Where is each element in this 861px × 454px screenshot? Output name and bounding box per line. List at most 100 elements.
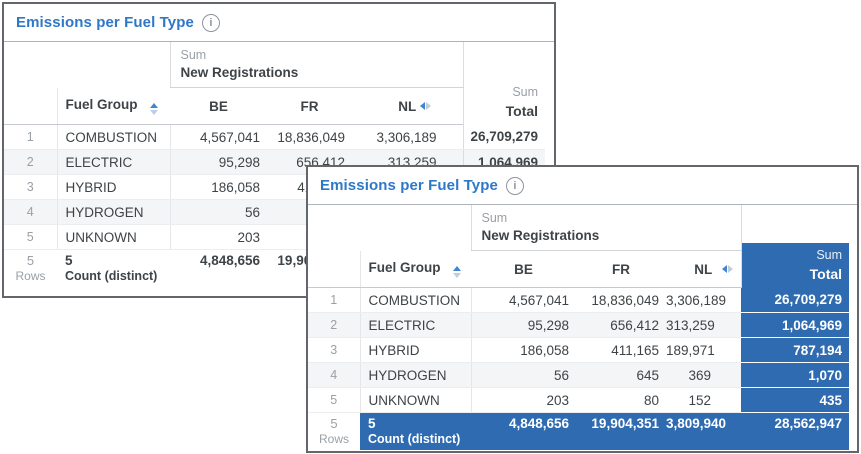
value-cell-nl[interactable]: 3,306,189 (666, 288, 741, 313)
value-cell-nl[interactable]: 3,306,189 (352, 125, 463, 150)
value-cell-fr[interactable]: 80 (576, 388, 666, 413)
fuel-group-column-header[interactable]: Fuel Group (360, 251, 471, 288)
distinct-count-label: Count (distinct) (368, 432, 471, 447)
measure-name: New Registrations (482, 226, 731, 246)
column-header-fr[interactable]: FR (576, 251, 666, 288)
row-index-cell: 3 (308, 338, 360, 363)
total-cell[interactable]: 435 (741, 388, 849, 413)
column-header-nl[interactable]: NL (352, 88, 463, 125)
column-header-nl[interactable]: NL (666, 251, 741, 288)
row-index-cell: 2 (4, 150, 57, 175)
rows-label: Rows (4, 269, 57, 284)
value-cell-be[interactable]: 186,058 (471, 338, 576, 363)
column-header-be[interactable]: BE (471, 251, 576, 288)
value-cell-be[interactable]: 56 (471, 363, 576, 388)
value-cell-fr[interactable]: 18,836,049 (267, 125, 352, 150)
fuel-group-cell[interactable]: ELECTRIC (57, 150, 170, 175)
value-cell-be[interactable]: 95,298 (471, 313, 576, 338)
row-count-value: 5 (4, 253, 57, 269)
fuel-group-cell[interactable]: COMBUSTION (360, 288, 471, 313)
empty-corner-cell (57, 42, 170, 88)
fuel-group-cell[interactable]: COMBUSTION (57, 125, 170, 150)
pivot-table: Sum New Registrations Sum Total Fuel Gro… (308, 205, 849, 450)
widget-header: Emissions per Fuel Type i (308, 167, 857, 205)
total-aggregation-label: Sum (512, 85, 538, 100)
distinct-count-cell: 5 Count (distinct) (360, 413, 471, 450)
empty-corner-cell (308, 251, 360, 288)
row-index-cell: 4 (308, 363, 360, 388)
value-cell-nl[interactable]: 189,971 (666, 338, 741, 363)
nl-label: NL (398, 99, 416, 114)
collapse-columns-icon[interactable] (420, 102, 431, 110)
info-icon[interactable]: i (202, 14, 220, 32)
value-cell-fr[interactable]: 18,836,049 (576, 288, 666, 313)
widget-header: Emissions per Fuel Type i (4, 4, 554, 42)
value-cell-be[interactable]: 95,298 (170, 150, 267, 175)
fuel-group-column-header[interactable]: Fuel Group (57, 88, 170, 125)
value-cell-be[interactable]: 203 (170, 225, 267, 250)
value-cell-be[interactable]: 4,567,041 (170, 125, 267, 150)
table-row: 1COMBUSTION4,567,04118,836,0493,306,1892… (4, 125, 545, 150)
table-row: 1COMBUSTION4,567,04118,836,0493,306,1892… (308, 288, 849, 313)
widget-title: Emissions per Fuel Type (16, 14, 194, 31)
total-label: Total (810, 265, 842, 283)
total-header-box: Sum Total (464, 80, 546, 125)
total-cell[interactable]: 26,709,279 (463, 125, 545, 150)
value-cell-be[interactable]: 56 (170, 200, 267, 225)
table-row: 3HYBRID186,058411,165189,971787,194 (308, 338, 849, 363)
distinct-count-label: Count (distinct) (65, 269, 170, 284)
total-label: Total (506, 102, 538, 120)
row-count-cell: 5 Rows (308, 413, 360, 450)
fuel-group-label: Fuel Group (66, 97, 138, 112)
aggregation-label: Sum (181, 47, 453, 63)
value-cell-nl[interactable]: 152 (666, 388, 741, 413)
total-cell[interactable]: 1,070 (741, 363, 849, 388)
widget-title: Emissions per Fuel Type (320, 177, 498, 194)
column-header-be[interactable]: BE (170, 88, 267, 125)
row-index-cell: 4 (4, 200, 57, 225)
fuel-group-cell[interactable]: ELECTRIC (360, 313, 471, 338)
measure-name: New Registrations (181, 63, 453, 83)
value-cell-be[interactable]: 4,567,041 (471, 288, 576, 313)
measure-header: Sum New Registrations (170, 42, 463, 88)
fuel-group-cell[interactable]: HYBRID (360, 338, 471, 363)
total-column-header[interactable]: Sum Total (741, 205, 849, 288)
total-cell[interactable]: 1,064,969 (741, 313, 849, 338)
fuel-group-cell[interactable]: UNKNOWN (57, 225, 170, 250)
value-cell-fr[interactable]: 645 (576, 363, 666, 388)
fuel-group-label: Fuel Group (369, 260, 441, 275)
value-cell-be[interactable]: 186,058 (170, 175, 267, 200)
total-cell[interactable]: 787,194 (741, 338, 849, 363)
total-header-box: Sum Total (742, 243, 850, 288)
empty-corner-cell (4, 42, 57, 88)
info-icon[interactable]: i (506, 177, 524, 195)
value-cell-fr[interactable]: 656,412 (576, 313, 666, 338)
fuel-group-cell[interactable]: UNKNOWN (360, 388, 471, 413)
table-row: 4HYDROGEN566453691,070 (308, 363, 849, 388)
fuel-group-cell[interactable]: HYDROGEN (360, 363, 471, 388)
value-cell-fr[interactable]: 411,165 (576, 338, 666, 363)
total-column-header[interactable]: Sum Total (463, 42, 545, 125)
nl-label: NL (694, 262, 712, 277)
row-index-cell: 1 (4, 125, 57, 150)
sort-ascending-icon[interactable] (150, 103, 158, 115)
value-cell-be[interactable]: 203 (471, 388, 576, 413)
collapse-columns-icon[interactable] (722, 265, 733, 273)
fuel-group-cell[interactable]: HYDROGEN (57, 200, 170, 225)
column-header-fr[interactable]: FR (267, 88, 352, 125)
empty-corner-cell (308, 205, 360, 251)
measure-header: Sum New Registrations (471, 205, 741, 251)
table-row: 2ELECTRIC95,298656,412313,2591,064,969 (308, 313, 849, 338)
fuel-group-cell[interactable]: HYBRID (57, 175, 170, 200)
value-cell-nl[interactable]: 313,259 (666, 313, 741, 338)
row-index-cell: 5 (4, 225, 57, 250)
row-index-cell: 2 (308, 313, 360, 338)
empty-corner-cell (360, 205, 471, 251)
footer-row: 5 Rows 5 Count (distinct) 4,848,656 19,9… (308, 413, 849, 450)
footer-total-be: 4,848,656 (471, 413, 576, 450)
value-cell-nl[interactable]: 369 (666, 363, 741, 388)
sort-ascending-icon[interactable] (453, 266, 461, 278)
total-cell[interactable]: 26,709,279 (741, 288, 849, 313)
footer-total-fr: 19,904,351 (576, 413, 666, 450)
table-row: 5UNKNOWN20380152435 (308, 388, 849, 413)
